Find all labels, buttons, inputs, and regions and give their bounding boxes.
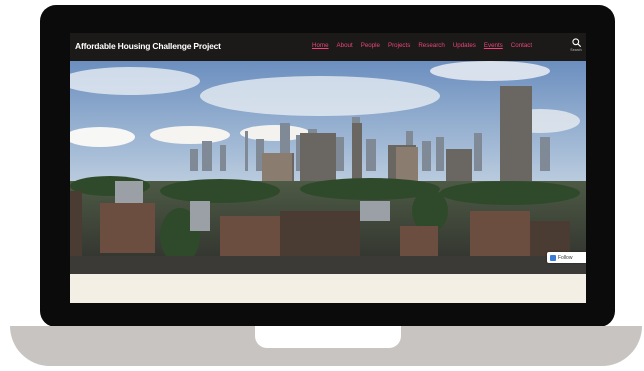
nav-item-updates[interactable]: Updates: [453, 42, 476, 49]
laptop-notch: [255, 326, 401, 348]
search-label: Search: [570, 48, 582, 52]
nav-item-research[interactable]: Research: [418, 42, 444, 49]
laptop-screen: Affordable Housing Challenge Project Hom…: [70, 33, 586, 303]
content-area: [70, 274, 586, 303]
nav-item-about[interactable]: About: [337, 42, 353, 49]
nav-item-home[interactable]: Home: [312, 42, 329, 49]
hero-image: [70, 61, 586, 274]
nav-item-people[interactable]: People: [361, 42, 380, 49]
nav-item-contact[interactable]: Contact: [511, 42, 532, 49]
main-nav: Home About People Projects Research Upda…: [312, 42, 532, 49]
search-button[interactable]: Search: [568, 38, 584, 58]
follow-label: Follow: [558, 254, 573, 261]
nav-item-events[interactable]: Events: [484, 42, 503, 49]
site-header: Affordable Housing Challenge Project Hom…: [70, 33, 586, 61]
search-icon: [571, 38, 581, 47]
nav-item-projects[interactable]: Projects: [388, 42, 410, 49]
site-title[interactable]: Affordable Housing Challenge Project: [75, 41, 221, 51]
follow-button[interactable]: Follow: [547, 252, 586, 263]
follow-icon: [550, 254, 556, 261]
city-skyline-image: [70, 61, 586, 274]
